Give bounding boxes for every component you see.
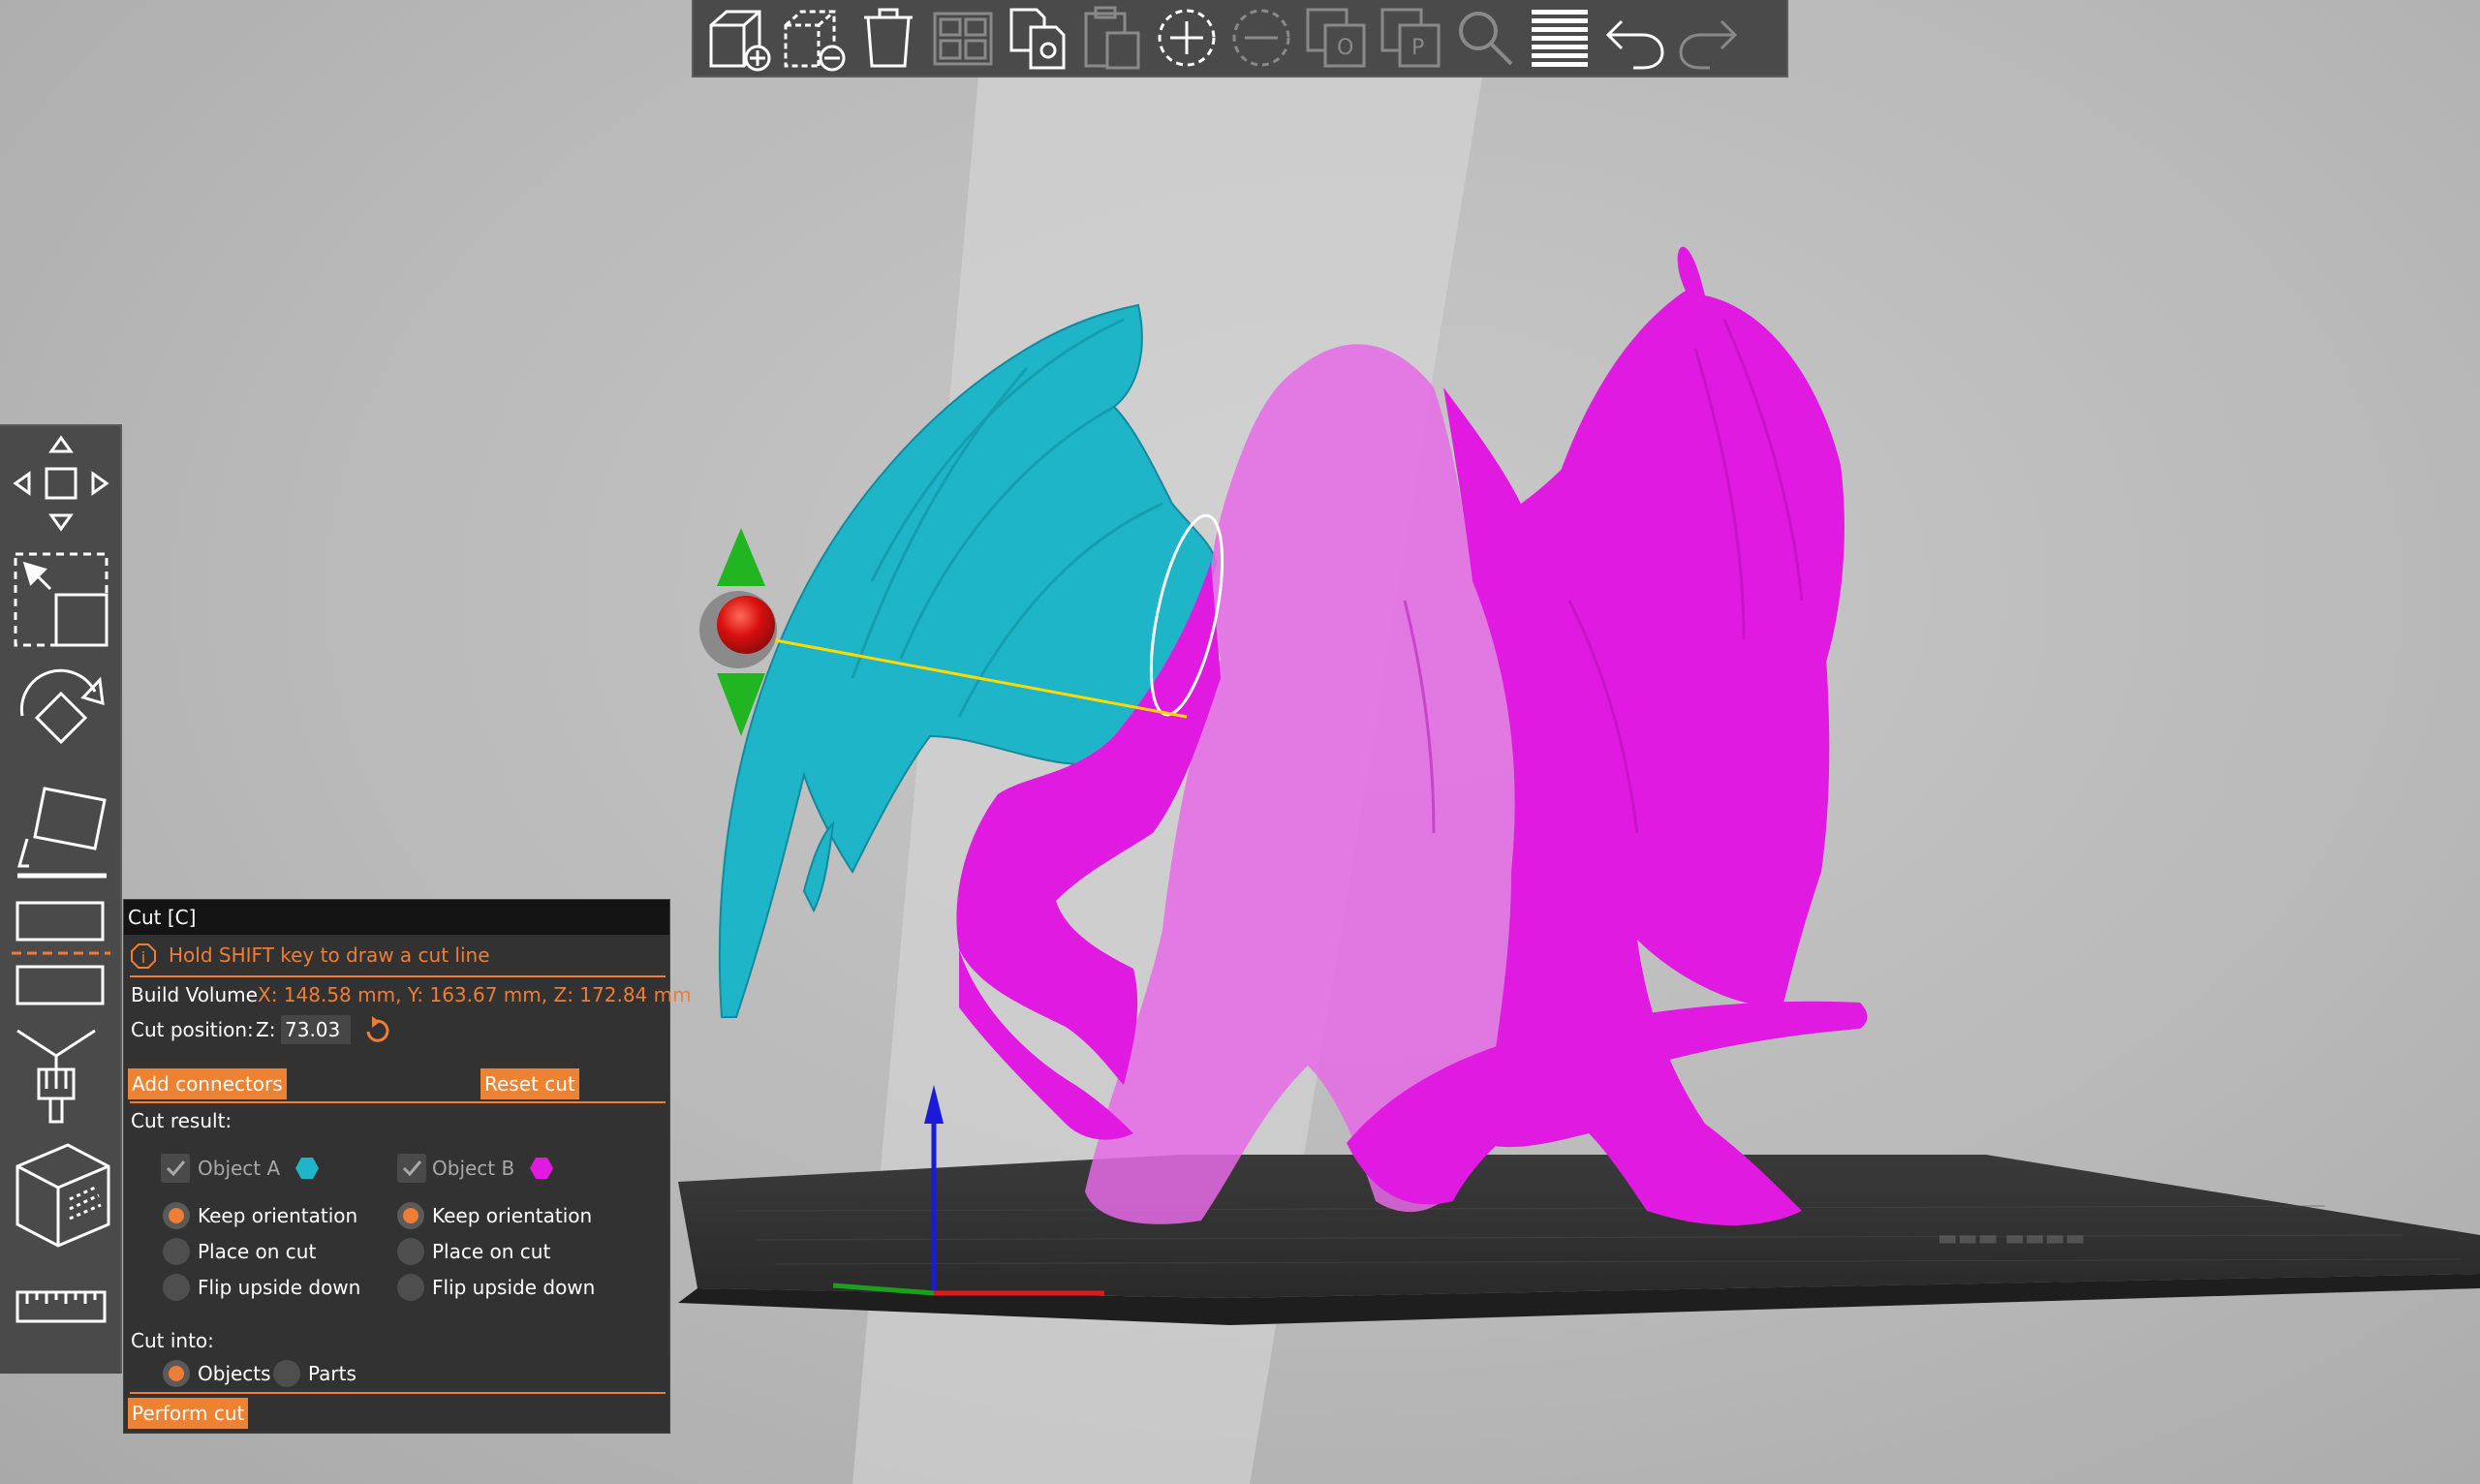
move-tool-button[interactable] [0, 430, 122, 537]
add-connectors-button[interactable]: Add connectors [128, 1068, 287, 1099]
object-a-place-on-cut-radio[interactable] [163, 1238, 190, 1265]
object-a-checkbox[interactable] [161, 1154, 190, 1183]
print-bed [678, 1155, 2480, 1298]
split-to-parts-button[interactable]: P [1373, 1, 1447, 75]
delete-all-button[interactable] [851, 1, 925, 75]
object-b-checkbox[interactable] [397, 1154, 426, 1183]
delete-all-icon [863, 8, 913, 68]
rotate-icon [19, 668, 105, 745]
top-toolbar: O P [692, 0, 1788, 77]
object-a-flip-upside-down-radio[interactable] [163, 1274, 190, 1301]
info-icon: i [131, 943, 156, 969]
cut-into-parts-radio[interactable] [273, 1360, 300, 1387]
arrange-icon [933, 12, 992, 66]
copy-icon [1009, 8, 1065, 70]
rotate-tool-button[interactable] [0, 663, 122, 769]
reset-cut-button[interactable]: Reset cut [480, 1068, 579, 1099]
cut-result-label: Cut result: [131, 1109, 232, 1132]
object-a-place-on-cut-label: Place on cut [198, 1240, 317, 1263]
add-object-icon [709, 10, 770, 72]
measure-icon [16, 1290, 107, 1323]
object-b-flip-upside-down-radio[interactable] [397, 1274, 424, 1301]
cut-into-objects-label: Objects [198, 1362, 271, 1385]
object-a-color-hex-icon [295, 1158, 319, 1179]
cut-into-parts-label: Parts [308, 1362, 356, 1385]
cut-into-label: Cut into: [131, 1329, 214, 1352]
layers-editing-button[interactable] [1522, 1, 1596, 75]
checkmark-icon [402, 1160, 422, 1177]
add-instance-button[interactable] [1149, 1, 1224, 75]
build-volume-value: X: 148.58 mm, Y: 163.67 mm, Z: 172.84 mm [258, 983, 692, 1006]
split-to-objects-button[interactable]: O [1298, 1, 1373, 75]
cut-tool-button[interactable] [0, 895, 122, 1011]
svg-text:O: O [1337, 36, 1353, 60]
cut-z-input[interactable]: 73.03 [281, 1015, 351, 1044]
cut-hint-text: Hold SHIFT key to draw a cut line [169, 943, 490, 967]
separator [130, 1392, 666, 1394]
scale-tool-button[interactable] [0, 546, 122, 653]
gizmo-arrow-up[interactable] [717, 528, 765, 586]
cut-into-objects-radio[interactable] [163, 1360, 190, 1387]
perform-cut-button[interactable]: Perform cut [128, 1398, 249, 1429]
remove-instance-icon [1232, 9, 1289, 67]
cut-position-label: Cut position: [131, 1018, 254, 1041]
bed-logo: ▬▬▬ ▬▬▬▬ [1938, 1226, 2086, 1251]
remove-instance-button[interactable] [1224, 1, 1298, 75]
object-a-label: Object A [198, 1157, 281, 1180]
object-b-flip-upside-down-label: Flip upside down [432, 1276, 596, 1299]
paint-supports-tool-button[interactable] [0, 1021, 122, 1128]
search-button[interactable] [1447, 1, 1522, 75]
checkmark-icon [166, 1160, 186, 1177]
left-toolbar [0, 424, 122, 1374]
cut-icon [12, 901, 110, 1005]
object-b-color-hex-icon [530, 1158, 553, 1179]
search-icon [1458, 12, 1512, 66]
cut-gizmo-panel: Cut [C] i Hold SHIFT key to draw a cut l… [123, 899, 692, 1434]
split-to-parts-icon: P [1380, 8, 1440, 68]
measure-tool-button[interactable] [0, 1269, 122, 1346]
paint-supports-icon [16, 1029, 96, 1124]
object-b-keep-orientation-radio[interactable] [397, 1202, 424, 1229]
remove-object-icon [784, 10, 845, 72]
redo-icon [1678, 19, 1737, 70]
scale-icon [14, 552, 108, 647]
svg-text:P: P [1411, 36, 1424, 60]
object-b-place-on-cut-label: Place on cut [432, 1240, 551, 1263]
undo-button[interactable] [1596, 1, 1671, 75]
arrange-button[interactable] [925, 1, 1000, 75]
svg-text:i: i [141, 948, 145, 967]
seam-painting-icon [16, 1143, 110, 1248]
place-on-face-icon [17, 787, 107, 879]
split-to-objects-icon: O [1306, 8, 1365, 68]
seam-painting-tool-button[interactable] [0, 1137, 122, 1253]
object-a-keep-orientation-label: Keep orientation [198, 1204, 358, 1227]
object-b-keep-orientation-label: Keep orientation [432, 1204, 593, 1227]
z-label: Z: [256, 1018, 276, 1041]
remove-object-button[interactable] [776, 1, 851, 75]
separator [130, 1101, 666, 1103]
place-on-face-tool-button[interactable] [0, 779, 122, 885]
object-b-label: Object B [432, 1157, 515, 1180]
reset-position-icon[interactable] [362, 1014, 391, 1047]
add-object-button[interactable] [701, 1, 776, 75]
gizmo-grabber-highlight [717, 596, 775, 654]
object-b-place-on-cut-radio[interactable] [397, 1238, 424, 1265]
move-icon [13, 435, 109, 532]
paste-icon [1084, 6, 1139, 70]
object-a-keep-orientation-radio[interactable] [163, 1202, 190, 1229]
object-a-flip-upside-down-label: Flip upside down [198, 1276, 361, 1299]
separator [130, 975, 666, 977]
redo-button[interactable] [1671, 1, 1746, 75]
panel-title: Cut [C] [124, 900, 669, 935]
undo-icon [1605, 19, 1664, 70]
layers-editing-icon [1531, 10, 1588, 67]
copy-button[interactable] [1000, 1, 1074, 75]
add-instance-icon [1158, 9, 1215, 67]
paste-button[interactable] [1074, 1, 1149, 75]
build-volume-label: Build Volume [131, 983, 258, 1006]
